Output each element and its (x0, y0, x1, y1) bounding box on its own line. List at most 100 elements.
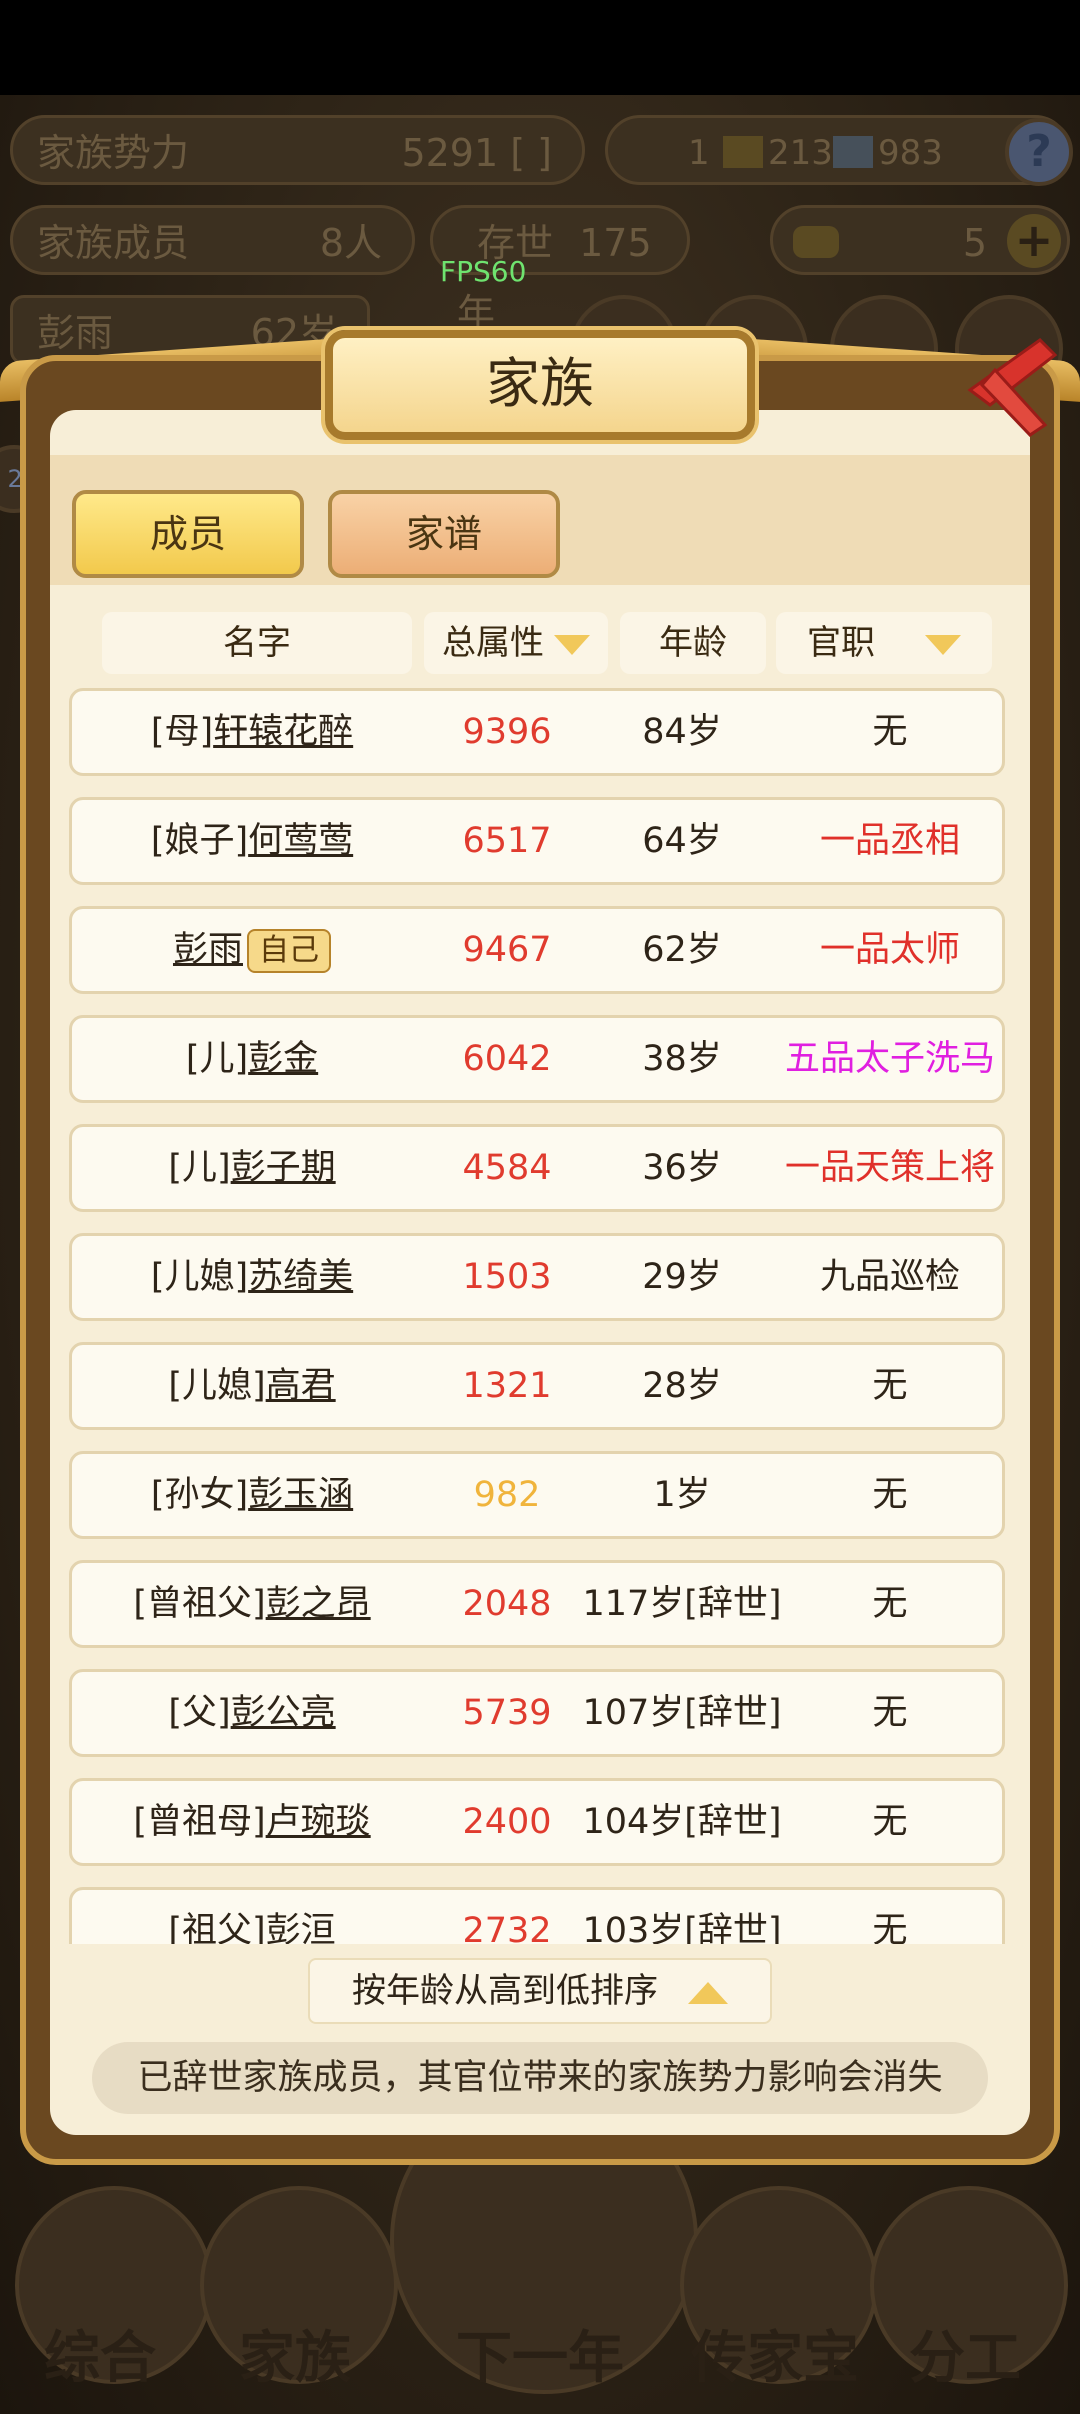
member-age: 38岁 (642, 1039, 722, 1079)
member-name-cell: [儿]彭子期 (72, 1127, 432, 1209)
member-age: 84岁 (642, 712, 722, 752)
column-header-age-label: 年龄 (659, 623, 727, 663)
column-header-name-label: 名字 (223, 623, 291, 663)
member-row[interactable]: [祖父]彭洹 2732 103岁[辞世] 无 (69, 1887, 1005, 1944)
member-name-link[interactable]: 轩辕花醉 (213, 712, 353, 752)
member-relation: [孙女] (150, 1475, 249, 1515)
member-name-cell: [娘子]何莺莺 (72, 800, 432, 882)
member-attr: 9467 (462, 930, 552, 970)
resource-bar: 1 213 983 (605, 115, 1070, 185)
member-row[interactable]: [母]轩辕花醉 9396 84岁 无 (69, 688, 1005, 776)
member-name-link[interactable]: 高君 (266, 1366, 336, 1406)
gold-bar-icon (723, 136, 763, 168)
member-relation: [儿] (168, 1148, 231, 1188)
member-name-link[interactable]: 彭子期 (231, 1148, 336, 1188)
member-list[interactable]: [母]轩辕花醉 9396 84岁无 [娘子]何莺莺 6517 64岁 一品丞相 彭雨 自己 946… (66, 688, 1010, 1944)
member-row[interactable]: [孙女]彭玉涵 982 1岁 无 (69, 1451, 1005, 1539)
member-age: 103岁[辞世] (582, 1911, 782, 1944)
nav-family[interactable]: 家族 (200, 2313, 390, 2394)
ingot-icon (793, 226, 839, 258)
member-attr: 2048 (462, 1584, 552, 1624)
ingot-value: 5 (962, 221, 987, 265)
member-age: 117岁[辞世] (582, 1584, 782, 1624)
member-attr: 982 (473, 1475, 541, 1515)
member-age: 104岁[辞世] (582, 1802, 782, 1842)
member-name-cell: [儿媳]苏绮美 (72, 1236, 432, 1318)
member-relation: [祖父] (168, 1911, 266, 1944)
member-relation: [母] (150, 712, 214, 752)
member-name-cell: [父]彭公亮 (72, 1672, 432, 1754)
member-office: 九品巡检 (819, 1257, 960, 1297)
member-row[interactable]: [儿媳]苏绮美 1503 29岁 九品巡检 (69, 1233, 1005, 1321)
gold-bar-count: 213 (768, 133, 833, 173)
player-name: 彭雨 (37, 311, 114, 355)
column-header-office[interactable]: 官职 (776, 612, 992, 674)
member-relation: [曾祖母] (133, 1802, 266, 1842)
sort-toggle-button[interactable]: 按年龄从高到低排序 (308, 1958, 772, 2024)
member-row[interactable]: 彭雨 自己 9467 62岁 一品太师 (69, 906, 1005, 994)
help-icon[interactable]: ? (1005, 118, 1073, 186)
nav-general[interactable]: 综合 (5, 2313, 195, 2394)
modal-title-text: 家族 (486, 352, 594, 415)
member-name-link[interactable]: 何莺莺 (248, 821, 353, 861)
family-members-value: 8人 (319, 221, 382, 265)
member-relation: [父] (168, 1693, 231, 1733)
member-name-link[interactable]: 苏绮美 (248, 1257, 353, 1297)
member-row[interactable]: [曾祖父]彭之昂 2048 117岁[辞世] 无 (69, 1560, 1005, 1648)
member-row[interactable]: [曾祖母]卢琬琰 2400 104岁[辞世] 无 (69, 1778, 1005, 1866)
nav-next-year[interactable]: 下一年 (445, 2313, 635, 2394)
member-name-link[interactable]: 彭玉涵 (248, 1475, 353, 1515)
member-name-cell: [祖父]彭洹 (72, 1890, 432, 1944)
tab-family-tree[interactable]: 家谱 (328, 490, 560, 578)
member-row[interactable]: [儿媳]高君 1321 28岁 无 (69, 1342, 1005, 1430)
member-row[interactable]: [娘子]何莺莺 6517 64岁 一品丞相 (69, 797, 1005, 885)
member-name-cell: [儿媳]高君 (72, 1345, 432, 1427)
member-attr: 6517 (462, 821, 552, 861)
self-badge: 自己 (247, 929, 331, 973)
nav-heirloom[interactable]: 传家宝 (680, 2313, 870, 2394)
member-attr: 4584 (462, 1148, 552, 1188)
family-power-bar: 家族势力 5291 [ ] (10, 115, 585, 185)
member-age: 29岁 (642, 1257, 722, 1297)
member-attr: 5739 (462, 1693, 552, 1733)
member-relation: [曾祖父] (133, 1584, 266, 1624)
column-header-name: 名字 (102, 612, 412, 674)
member-age: 62岁 (642, 930, 722, 970)
sort-toggle-label: 按年龄从高到低排序 (352, 1971, 658, 2011)
column-header-age: 年龄 (620, 612, 766, 674)
nav-division[interactable]: 分工 (870, 2313, 1060, 2394)
column-header-attr[interactable]: 总属性 (424, 612, 608, 674)
close-icon[interactable] (960, 330, 1060, 440)
member-row[interactable]: [父]彭公亮 5739 107岁[辞世] 无 (69, 1669, 1005, 1757)
add-ingot-icon[interactable]: + (1007, 214, 1061, 268)
member-name-link[interactable]: 彭金 (248, 1039, 318, 1079)
member-name-link[interactable]: 彭洹 (266, 1911, 336, 1944)
member-name-link[interactable]: 彭雨 (173, 930, 243, 970)
member-age: 64岁 (642, 821, 722, 861)
tab-members[interactable]: 成员 (72, 490, 304, 578)
column-header-office-label: 官职 (807, 623, 875, 663)
member-row[interactable]: [儿]彭子期 4584 36岁 一品天策上将 (69, 1124, 1005, 1212)
member-name-link[interactable]: 彭之昂 (266, 1584, 371, 1624)
member-name-cell: [儿]彭金 (72, 1018, 432, 1100)
member-attr: 6042 (462, 1039, 552, 1079)
member-attr: 1503 (462, 1257, 552, 1297)
member-office: 无 (872, 1366, 908, 1406)
member-name-cell: [母]轩辕花醉 (72, 691, 432, 773)
member-relation: [娘子] (150, 821, 249, 861)
family-power-label: 家族势力 (37, 131, 190, 175)
member-relation: [儿媳] (150, 1257, 249, 1297)
member-office: 无 (872, 712, 908, 752)
member-name-cell: [曾祖母]卢琬琰 (72, 1781, 432, 1863)
member-name-cell: [曾祖父]彭之昂 (72, 1563, 432, 1645)
modal-title: 家族 (325, 330, 755, 440)
member-office: 无 (872, 1475, 908, 1515)
member-office: 无 (872, 1584, 908, 1624)
ingot-bar: 5 + (770, 205, 1070, 275)
member-age: 28岁 (642, 1366, 722, 1406)
member-attr: 9396 (462, 712, 552, 752)
member-row[interactable]: [儿]彭金 6042 38岁 五品太子洗马 (69, 1015, 1005, 1103)
member-name-link[interactable]: 彭公亮 (231, 1693, 336, 1733)
member-name-link[interactable]: 卢琬琰 (266, 1802, 371, 1842)
sort-up-icon (688, 1981, 728, 2004)
